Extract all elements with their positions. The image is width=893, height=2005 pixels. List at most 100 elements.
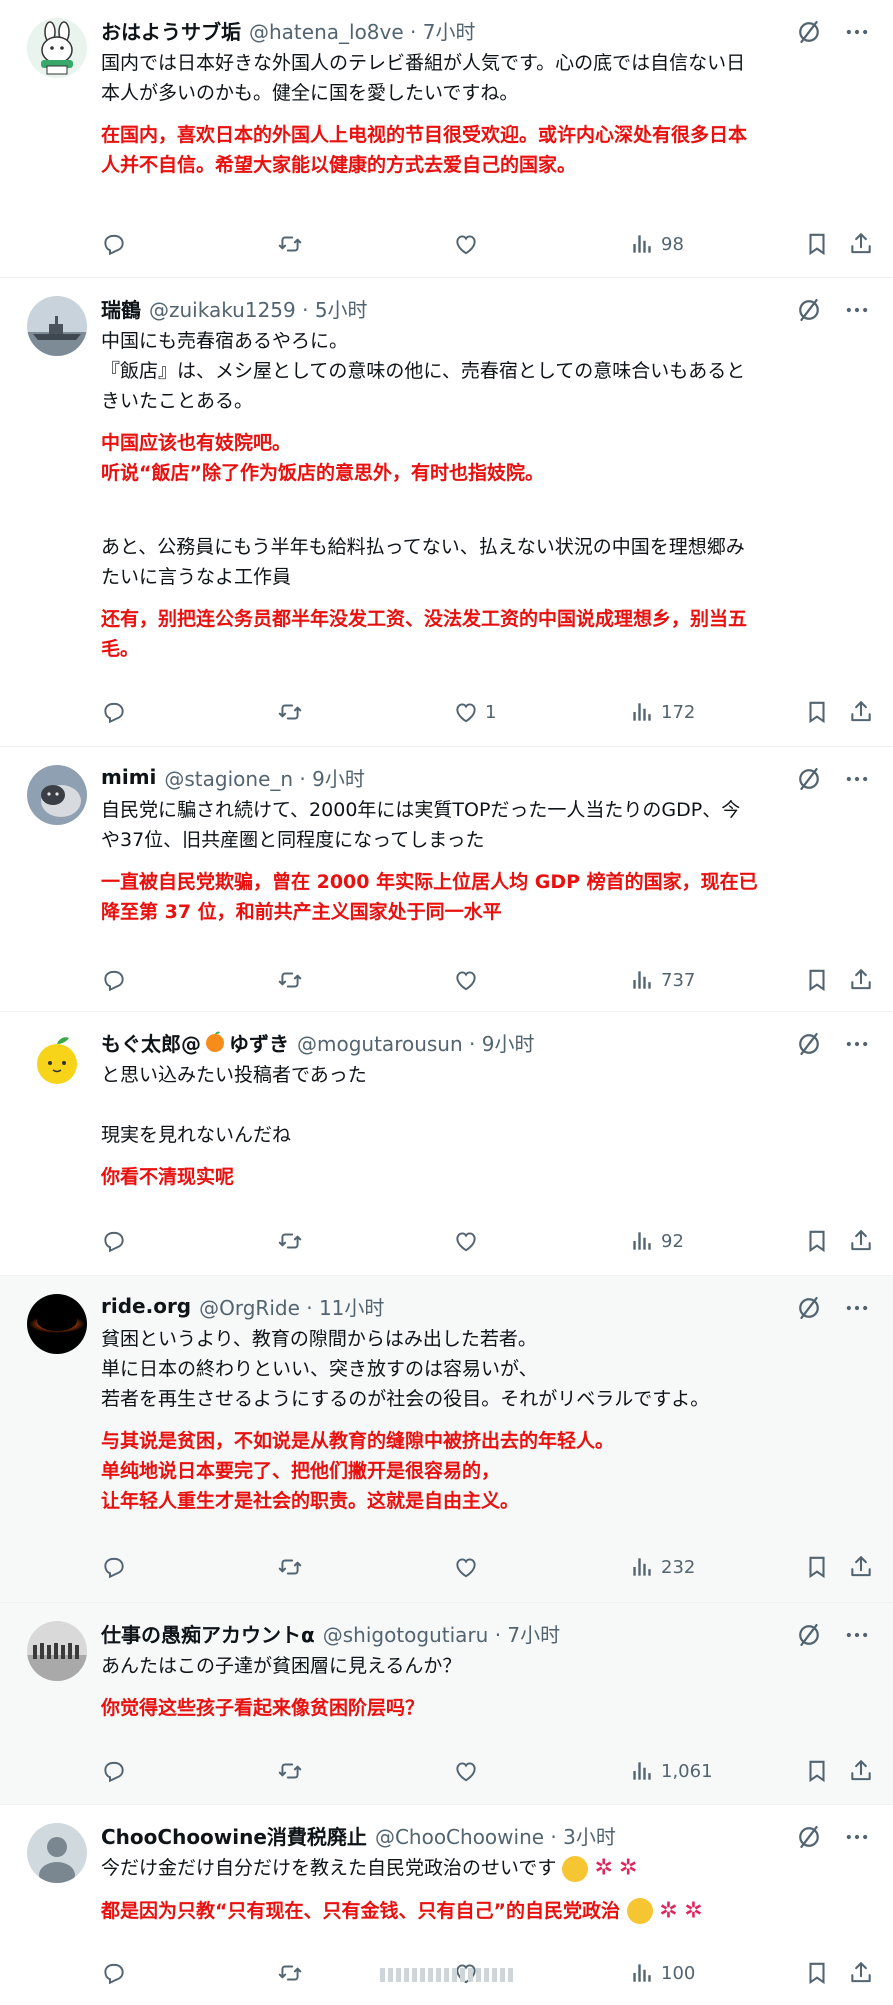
views-icon <box>629 967 655 993</box>
reply-button[interactable] <box>101 962 127 998</box>
display-name[interactable]: ride.org <box>101 1294 191 1318</box>
retweet-button[interactable] <box>277 1753 303 1789</box>
share-button[interactable] <box>848 1223 874 1259</box>
display-name[interactable]: 仕事の愚痴アカウントα <box>101 1619 315 1648</box>
reply-button[interactable] <box>101 1753 127 1789</box>
like-button[interactable] <box>453 1549 485 1585</box>
views-button[interactable]: 232 <box>629 1549 695 1585</box>
post[interactable]: 仕事の愚痴アカウントα @shigotogutiaru · 7小时 あんたはこの… <box>0 1603 893 1805</box>
avatar[interactable] <box>27 1621 87 1681</box>
views-button[interactable]: 98 <box>629 226 684 262</box>
bookmark-icon <box>804 1758 830 1784</box>
more-icon[interactable] <box>843 1030 871 1058</box>
display-name[interactable]: 瑞鶴 <box>101 294 141 323</box>
retweet-button[interactable] <box>277 226 303 262</box>
more-icon[interactable] <box>843 765 871 793</box>
bookmark-button[interactable] <box>804 1753 830 1789</box>
reply-button[interactable] <box>101 226 127 262</box>
translation-text: 你觉得这些孩子看起来像贫困阶层吗？ <box>101 1697 425 1719</box>
handle-time[interactable]: @ChooChoowine · 3小时 <box>375 1821 616 1850</box>
retweet-button[interactable] <box>277 962 303 998</box>
translation-text: 你看不清现实呢 <box>101 1166 235 1188</box>
display-name[interactable]: mimi <box>101 765 156 789</box>
handle-time[interactable]: @mogutarousun · 9小时 <box>297 1028 534 1057</box>
avatar[interactable] <box>27 765 87 825</box>
reply-button[interactable] <box>101 1549 127 1585</box>
bookmark-button[interactable] <box>804 1549 830 1585</box>
more-icon[interactable] <box>843 1621 871 1649</box>
bookmark-button[interactable] <box>804 1955 830 1991</box>
handle-time[interactable]: @stagione_n · 9小时 <box>164 763 364 792</box>
share-button[interactable] <box>848 694 874 730</box>
avatar[interactable] <box>27 296 87 356</box>
grok-icon[interactable] <box>795 296 823 324</box>
post-text: 貧困というより、教育の隙間からはみ出した若者。 <box>101 1328 537 1350</box>
grok-icon[interactable] <box>795 765 823 793</box>
reply-button[interactable] <box>101 1955 127 1991</box>
reply-button[interactable] <box>101 1223 127 1259</box>
share-icon <box>848 1554 874 1580</box>
retweet-icon <box>277 1228 303 1254</box>
grok-icon[interactable] <box>795 1621 823 1649</box>
retweet-button[interactable] <box>277 1549 303 1585</box>
bookmark-button[interactable] <box>804 694 830 730</box>
reply-button[interactable] <box>101 694 127 730</box>
cat-photo-icon <box>27 765 87 825</box>
bookmark-icon <box>804 1960 830 1986</box>
share-button[interactable] <box>848 962 874 998</box>
avatar[interactable] <box>27 1030 87 1090</box>
view-count: 92 <box>661 1230 684 1252</box>
post[interactable]: mimi @stagione_n · 9小时 自民党に騙され続けて、2000年に… <box>0 747 893 1012</box>
post[interactable]: おはようサブ垢 @hatena_lo8ve · 7小时 国内では日本好きな外国人… <box>0 0 893 278</box>
retweet-button[interactable] <box>277 1955 303 1991</box>
grok-icon[interactable] <box>795 1294 823 1322</box>
views-button[interactable]: 737 <box>629 962 695 998</box>
handle-time[interactable]: @zuikaku1259 · 5小时 <box>149 294 368 323</box>
post-text: 中国にも売春宿あるやろに。 <box>101 330 349 352</box>
yuzu-avatar-icon <box>27 1030 87 1090</box>
handle-time[interactable]: @hatena_lo8ve · 7小时 <box>249 16 475 45</box>
bookmark-button[interactable] <box>804 962 830 998</box>
post[interactable]: もぐ太郎@ ゆずき @mogutarousun · 9小时 と思い込みたい投稿者… <box>0 1012 893 1276</box>
views-button[interactable]: 92 <box>629 1223 684 1259</box>
share-button[interactable] <box>848 1955 874 1991</box>
retweet-button[interactable] <box>277 694 303 730</box>
views-button[interactable]: 1,061 <box>629 1753 713 1789</box>
more-icon[interactable] <box>843 1823 871 1851</box>
like-button[interactable] <box>453 1753 485 1789</box>
share-button[interactable] <box>848 1753 874 1789</box>
display-name[interactable]: ChooChoowine消費税廃止 <box>101 1821 367 1850</box>
handle-time[interactable]: @OrgRide · 11小时 <box>199 1292 384 1321</box>
more-icon[interactable] <box>843 1294 871 1322</box>
views-button[interactable]: 100 <box>629 1955 695 1991</box>
views-icon <box>629 699 655 725</box>
share-button[interactable] <box>848 1549 874 1585</box>
bookmark-button[interactable] <box>804 1223 830 1259</box>
like-button[interactable]: 1 <box>453 694 496 730</box>
handle-time[interactable]: @shigotogutiaru · 7小时 <box>323 1619 560 1648</box>
views-button[interactable]: 172 <box>629 694 695 730</box>
retweet-button[interactable] <box>277 1223 303 1259</box>
share-icon <box>848 699 874 725</box>
display-name[interactable]: もぐ太郎@ <box>101 1028 201 1057</box>
display-name-suffix[interactable]: ゆずき <box>229 1028 289 1057</box>
like-button[interactable] <box>453 962 485 998</box>
post-text: 現実を見れないんだね <box>101 1124 292 1146</box>
post[interactable]: 瑞鶴 @zuikaku1259 · 5小时 中国にも売春宿あるやろに。 『飯店』… <box>0 278 893 747</box>
share-button[interactable] <box>848 226 874 262</box>
heart-icon <box>453 699 479 725</box>
bookmark-button[interactable] <box>804 226 830 262</box>
avatar[interactable] <box>27 18 87 78</box>
grok-icon[interactable] <box>795 18 823 46</box>
grok-icon[interactable] <box>795 1030 823 1058</box>
more-icon[interactable] <box>843 296 871 324</box>
more-icon[interactable] <box>843 18 871 46</box>
avatar[interactable] <box>27 1823 87 1883</box>
scroll-indicator[interactable] <box>380 1968 520 1982</box>
display-name[interactable]: おはようサブ垢 <box>101 16 241 45</box>
like-button[interactable] <box>453 1223 485 1259</box>
like-button[interactable] <box>453 226 485 262</box>
grok-icon[interactable] <box>795 1823 823 1851</box>
avatar[interactable] <box>27 1294 87 1354</box>
post[interactable]: ride.org @OrgRide · 11小时 貧困というより、教育の隙間から… <box>0 1276 893 1603</box>
